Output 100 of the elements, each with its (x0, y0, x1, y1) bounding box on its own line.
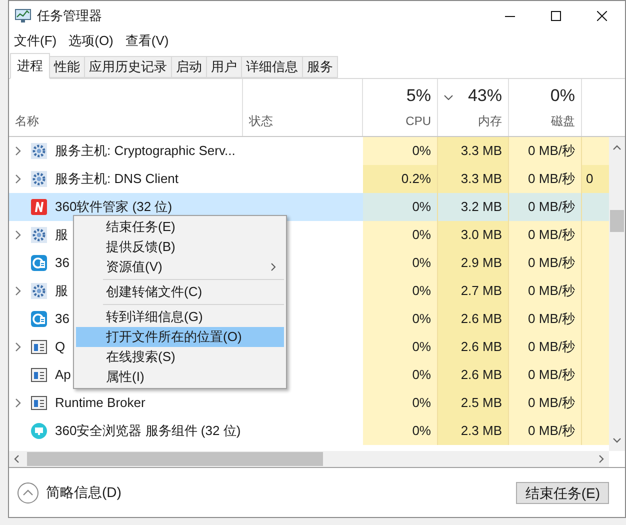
process-row[interactable]: 360安全浏览器 服务组件 (32 位) 0% 2.3 MB 0 MB/秒 (9, 417, 609, 445)
cpu-cell-text: 0% (412, 282, 431, 300)
scroll-left-icon[interactable] (14, 455, 19, 463)
memory-cell-text: 2.6 MB (460, 338, 502, 356)
disk-cell-text: 0 MB/秒 (528, 254, 575, 272)
cpu-cell-text: 0% (412, 254, 431, 272)
column-header[interactable]: 内存 (478, 112, 502, 130)
context-menu-item[interactable]: 提供反馈(B) (76, 237, 284, 257)
process-row[interactable]: 360软件管家 (32 位) 0% 3.2 MB 0 MB/秒 (9, 193, 609, 221)
disk-cell-text: 0 MB/秒 (528, 226, 575, 244)
expand-chevron-icon[interactable] (15, 342, 21, 352)
gear-icon (31, 171, 47, 187)
process-name: 360软件管家 (32 位) (55, 198, 172, 216)
sort-chevron-icon (444, 95, 453, 100)
scroll-up-icon[interactable] (613, 145, 621, 150)
disk-cell-text: 0 MB/秒 (528, 394, 575, 412)
vertical-scrollbar[interactable] (609, 137, 625, 451)
memory-cell-text: 2.6 MB (460, 366, 502, 384)
disk-cell-text: 0 MB/秒 (528, 310, 575, 328)
tab[interactable]: 进程 (10, 53, 50, 79)
column-header[interactable]: CPU (406, 112, 431, 130)
process-name: 36 (55, 310, 70, 328)
scrollbar-thumb[interactable] (610, 210, 624, 232)
context-menu-item[interactable]: 打开文件所在的位置(O) (76, 327, 284, 347)
gear-icon (31, 283, 47, 299)
cpu-cell-text: 0% (412, 142, 431, 160)
details-toggle[interactable]: 简略信息(D) (17, 482, 122, 504)
context-menu-item[interactable]: 资源值(V) (76, 257, 284, 277)
process-name: Ap (55, 366, 71, 384)
menu-item[interactable]: 查看(V) (125, 31, 169, 51)
window-icon (31, 367, 47, 383)
disk-cell-text: 0 MB/秒 (528, 142, 575, 160)
cpu-cell-text: 0% (412, 394, 431, 412)
memory-cell-text: 3.0 MB (460, 226, 502, 244)
browser-icon (31, 255, 47, 271)
cpu-cell-text: 0% (412, 226, 431, 244)
expand-chevron-icon[interactable] (15, 230, 21, 240)
browser-icon (31, 311, 47, 327)
usage-total: 43% (468, 84, 502, 106)
disk-cell-text: 0 MB/秒 (528, 422, 575, 440)
usage-total: 0% (550, 84, 575, 106)
tab[interactable]: 详细信息 (241, 56, 303, 78)
cpu-cell-text: 0% (412, 198, 431, 216)
process-row[interactable]: Runtime Broker 0% 2.5 MB 0 MB/秒 (9, 389, 609, 417)
expand-chevron-icon[interactable] (15, 286, 21, 296)
submenu-chevron-icon (271, 263, 276, 271)
process-name: 服务主机: Cryptographic Serv... (55, 142, 236, 160)
expand-chevron-icon[interactable] (15, 398, 21, 408)
process-name: 36 (55, 254, 70, 272)
process-name: Runtime Broker (55, 394, 146, 412)
window-icon (31, 339, 47, 355)
scroll-down-icon[interactable] (613, 438, 621, 443)
window-icon (31, 395, 47, 411)
context-menu-item[interactable]: 转到详细信息(G) (76, 307, 284, 327)
tab[interactable]: 服务 (302, 56, 338, 78)
cpu-cell-text: 0% (412, 422, 431, 440)
collapse-chevron-icon (17, 482, 39, 504)
tab[interactable]: 应用历史记录 (84, 56, 172, 78)
memory-cell-text: 2.7 MB (460, 282, 502, 300)
scrollbar-thumb[interactable] (27, 452, 323, 466)
tab[interactable]: 启动 (171, 56, 207, 78)
expand-chevron-icon[interactable] (15, 146, 21, 156)
monitor-icon (31, 423, 47, 439)
memory-cell-text: 3.3 MB (460, 142, 502, 160)
horizontal-scrollbar[interactable] (9, 451, 609, 467)
scroll-right-icon[interactable] (599, 455, 604, 463)
close-icon (597, 11, 607, 21)
app-logo-icon (31, 199, 47, 215)
context-menu-item[interactable]: 属性(I) (76, 367, 284, 387)
cpu-cell-text: 0% (412, 310, 431, 328)
memory-cell-text: 2.9 MB (460, 254, 502, 272)
disk-cell-text: 0 MB/秒 (528, 170, 575, 188)
menu-item[interactable]: 选项(O) (68, 31, 114, 51)
cpu-cell-text: 0.2% (401, 170, 431, 188)
tab[interactable]: 性能 (49, 56, 85, 78)
tab[interactable]: 用户 (206, 56, 242, 78)
column-header[interactable]: 磁盘 (551, 112, 575, 130)
context-menu-item[interactable]: 在线搜索(S) (76, 347, 284, 367)
memory-cell-text: 3.2 MB (460, 198, 502, 216)
cpu-cell-text: 0% (412, 338, 431, 356)
memory-cell-text: 2.5 MB (460, 394, 502, 412)
gear-icon (31, 143, 47, 159)
memory-cell-text: 2.6 MB (460, 310, 502, 328)
disk-cell-text: 0 MB/秒 (528, 282, 575, 300)
memory-cell-text: 2.3 MB (460, 422, 502, 440)
expand-chevron-icon[interactable] (15, 174, 21, 184)
process-name: 服务主机: DNS Client (55, 170, 179, 188)
process-name: 服 (55, 226, 68, 244)
column-header[interactable]: 名称 (15, 112, 39, 130)
gear-icon (31, 227, 47, 243)
usage-total: 5% (406, 84, 431, 106)
context-menu-item[interactable]: 创建转储文件(C) (76, 282, 284, 302)
process-row[interactable]: 服务主机: Cryptographic Serv... 0% 3.3 MB 0 MB/秒 (9, 137, 609, 165)
process-name: 服 (55, 282, 68, 300)
end-task-button[interactable]: 结束任务(E) (516, 482, 609, 504)
process-row[interactable]: 服务主机: DNS Client 0.2% 3.3 MB 0 MB/秒 0 (9, 165, 609, 193)
monitor-chart-icon (15, 9, 31, 23)
menu-item[interactable]: 文件(F) (14, 31, 57, 51)
process-name: 360安全浏览器 服务组件 (32 位) (55, 422, 241, 440)
column-header[interactable]: 状态 (249, 112, 273, 130)
